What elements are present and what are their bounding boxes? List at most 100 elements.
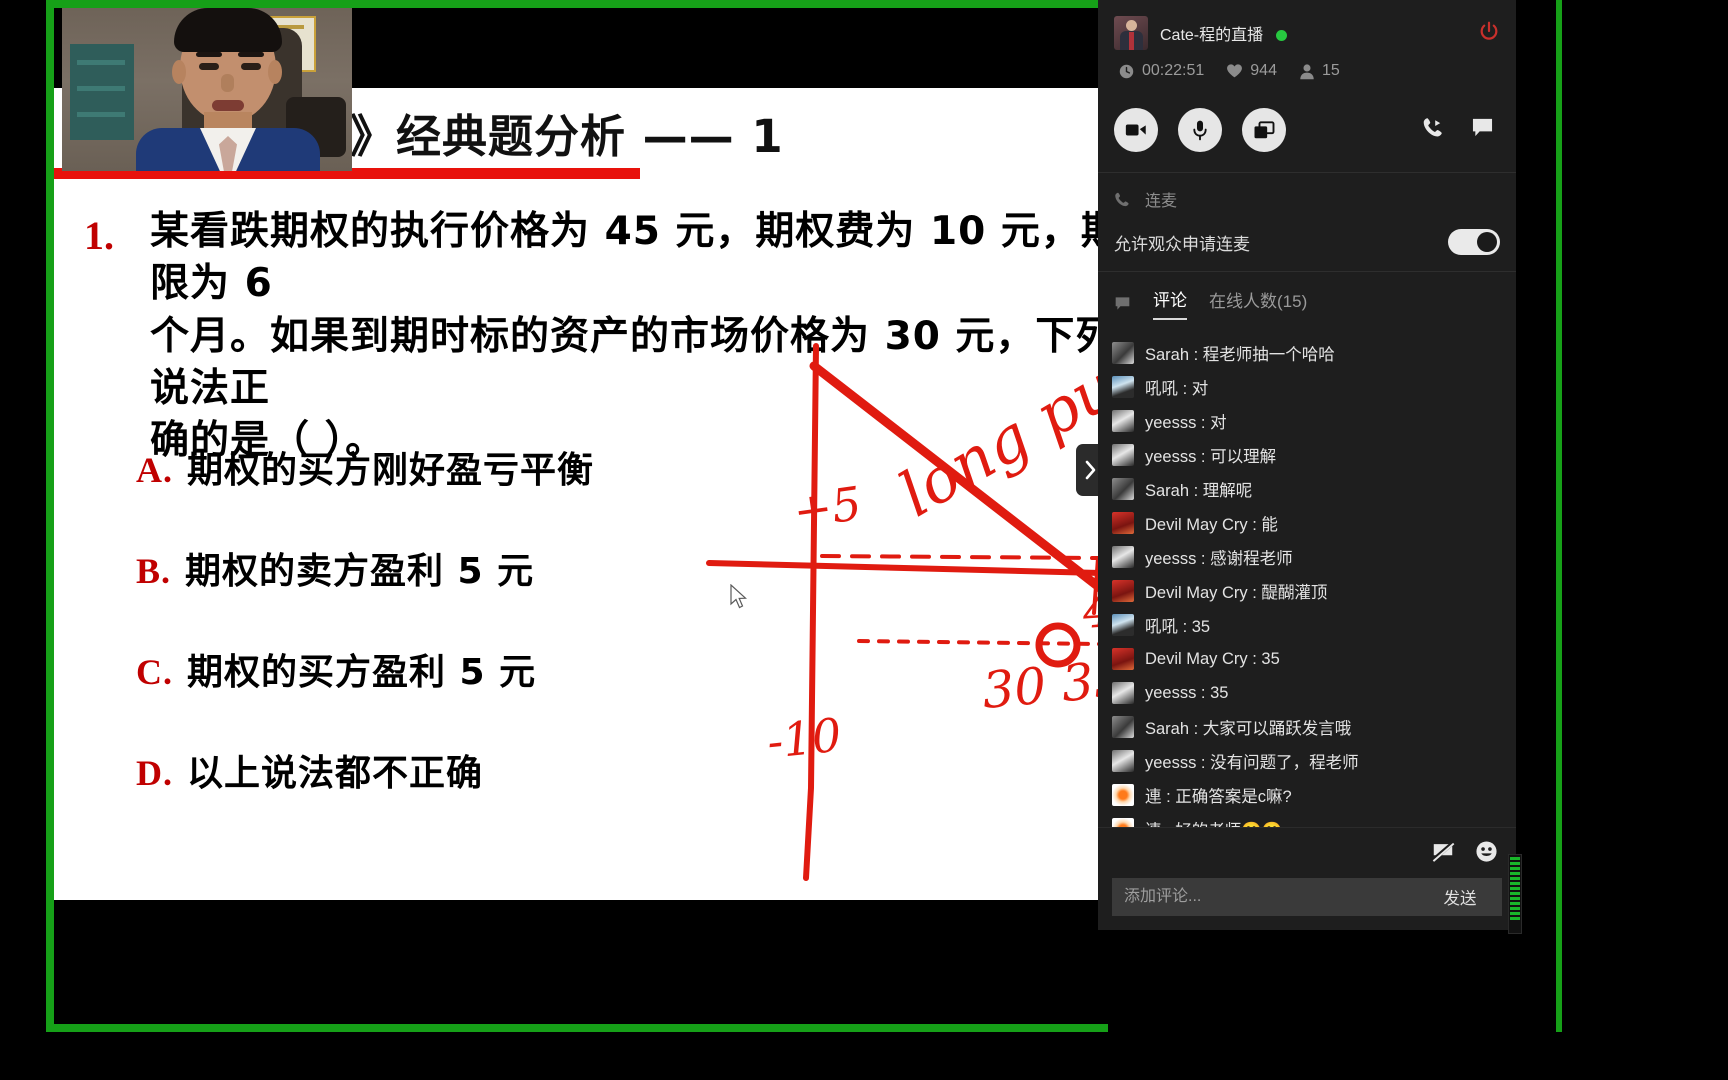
list-item: yeesss : 感谢程老师	[1112, 540, 1506, 574]
svg-text:30 35: 30 35	[980, 650, 1100, 720]
option-a-label: 期权的买方刚好盈亏平衡	[187, 450, 595, 491]
heart-icon	[1227, 64, 1243, 78]
message-text: yeesss : 对	[1145, 414, 1227, 432]
message-text: yeesss : 感谢程老师	[1145, 550, 1293, 568]
message-text: yeesss : 没有问题了，程老师	[1145, 754, 1359, 772]
send-button[interactable]: 发送	[1418, 878, 1502, 916]
phone-link-icon	[1115, 192, 1129, 206]
option-b: B. 期权的卖方盈利 5 元	[136, 542, 534, 594]
list-item: 吼吼 : 对	[1112, 370, 1506, 404]
viewers-group: 15	[1299, 62, 1340, 80]
composer-row: 发送	[1112, 878, 1502, 916]
presenter-webcam[interactable]	[62, 8, 352, 171]
message-text: Sarah : 程老师抽一个哈哈	[1145, 346, 1335, 364]
avatar	[1112, 478, 1134, 500]
comment-input[interactable]	[1112, 878, 1418, 916]
message-text: 吼吼 : 35	[1145, 618, 1211, 636]
chevron-right-icon	[1085, 460, 1095, 480]
host-row: Cate-程的直播	[1114, 16, 1500, 50]
mute-comments-button[interactable]	[1431, 841, 1455, 867]
avatar	[1112, 784, 1134, 806]
question-number: 1.	[84, 213, 114, 258]
mouth	[212, 100, 244, 111]
elapsed-group: 00:22:51	[1118, 62, 1204, 80]
panel-tabs: 评论 在线人数(15)	[1098, 272, 1516, 330]
message-text: Devil May Cry : 醍醐灌顶	[1145, 584, 1328, 602]
elapsed-time: 00:22:51	[1142, 62, 1205, 79]
eye-left	[199, 63, 219, 70]
comment-icon	[1115, 296, 1130, 310]
option-a: A. 期权的买方刚好盈亏平衡	[136, 441, 594, 493]
mic-section-header: 连麦	[1114, 187, 1500, 211]
share-border-right	[1556, 0, 1562, 1032]
option-d-label: 以上说法都不正确	[187, 753, 484, 794]
avatar	[1112, 716, 1134, 738]
screen-share-icon	[1254, 120, 1275, 138]
camera-toggle-button[interactable]	[1114, 108, 1158, 152]
screen-root: 品》经典题分析 —— 1 1. 某看跌期权的执行价格为 45 元，期权费为 10…	[0, 0, 1728, 1080]
composer-icons	[1112, 838, 1502, 878]
volume-meter	[1508, 854, 1522, 934]
like-count: 944	[1250, 62, 1277, 79]
allow-request-toggle[interactable]	[1448, 229, 1500, 255]
host-avatar[interactable]	[1114, 16, 1148, 50]
option-a-marker: A.	[136, 450, 173, 490]
list-item: 連 : 好的老师🤭🤭	[1112, 812, 1506, 827]
message-text: yeesss : 可以理解	[1145, 448, 1277, 466]
avatar	[1112, 342, 1134, 364]
message-text: 連 : 好的老师🤭🤭	[1145, 817, 1282, 827]
person-icon	[1300, 63, 1314, 79]
option-d-marker: D.	[136, 753, 173, 793]
eyebrow-left	[196, 52, 222, 57]
eye-right	[241, 63, 261, 70]
tab-comments[interactable]: 评论	[1153, 286, 1187, 320]
tab-online-users[interactable]: 在线人数(15)	[1209, 287, 1307, 319]
microphone-toggle-button[interactable]	[1178, 108, 1222, 152]
list-item: yeesss : 对	[1112, 404, 1506, 438]
option-c: C. 期权的买方盈利 5 元	[136, 643, 536, 695]
list-item: Devil May Cry : 能	[1112, 506, 1506, 540]
smiley-icon	[1476, 841, 1497, 862]
avatar	[1112, 614, 1134, 636]
live-status-dot	[1275, 30, 1287, 42]
share-border-bottom	[46, 1024, 1108, 1032]
avatar	[1112, 818, 1134, 827]
mic-section-label: 连麦	[1145, 193, 1178, 210]
panel-header: Cate-程的直播 00:22:51 944 15	[1098, 0, 1516, 90]
chat-button[interactable]	[1471, 117, 1494, 143]
comment-composer: 发送	[1098, 827, 1516, 930]
list-item: 連 : 正确答案是c嘛?	[1112, 778, 1506, 812]
viewer-count: 15	[1321, 62, 1340, 79]
message-text: yeesss : 35	[1145, 683, 1229, 702]
end-stream-button[interactable]	[1478, 20, 1500, 47]
message-text: Devil May Cry : 35	[1145, 649, 1280, 668]
screen-share-button[interactable]	[1242, 108, 1286, 152]
live-stream-panel: Cate-程的直播 00:22:51 944 15 连麦 允许观众申请连麦 评论…	[1098, 0, 1516, 930]
message-list[interactable]: Sarah : 程老师抽一个哈哈 吼吼 : 对 yeesss : 对 yeess…	[1098, 330, 1516, 827]
message-text: 吼吼 : 对	[1145, 380, 1209, 398]
stream-stats: 00:22:51 944 15	[1118, 62, 1500, 80]
list-item: Devil May Cry : 醍醐灌顶	[1112, 574, 1506, 608]
list-item: Sarah : 大家可以踊跃发言哦	[1112, 710, 1506, 744]
presenter-hair	[174, 8, 282, 52]
power-icon	[1480, 21, 1498, 40]
ear-left	[172, 60, 186, 84]
message-text: Devil May Cry : 能	[1145, 516, 1278, 534]
nose	[221, 74, 234, 92]
emoji-picker-button[interactable]	[1475, 840, 1498, 868]
list-item: yeesss : 35	[1112, 676, 1506, 710]
mouse-cursor	[730, 584, 747, 609]
option-c-label: 期权的买方盈利 5 元	[187, 652, 537, 693]
eyebrow-right	[238, 52, 264, 57]
message-text: 連 : 正确答案是c嘛?	[1145, 788, 1292, 806]
question-line-1: 某看跌期权的执行价格为 45 元，期权费为 10 元，期限为 6	[150, 209, 1100, 307]
call-button[interactable]	[1422, 116, 1445, 144]
presentation-slide: 品》经典题分析 —— 1 1. 某看跌期权的执行价格为 45 元，期权费为 10…	[54, 88, 1100, 900]
avatar	[1112, 750, 1134, 772]
clock-icon	[1119, 64, 1134, 78]
list-item: yeesss : 没有问题了，程老师	[1112, 744, 1506, 778]
ear-right	[268, 60, 282, 84]
media-controls	[1098, 90, 1516, 172]
option-b-label: 期权的卖方盈利 5 元	[185, 551, 535, 592]
muted-chat-icon	[1431, 841, 1455, 862]
